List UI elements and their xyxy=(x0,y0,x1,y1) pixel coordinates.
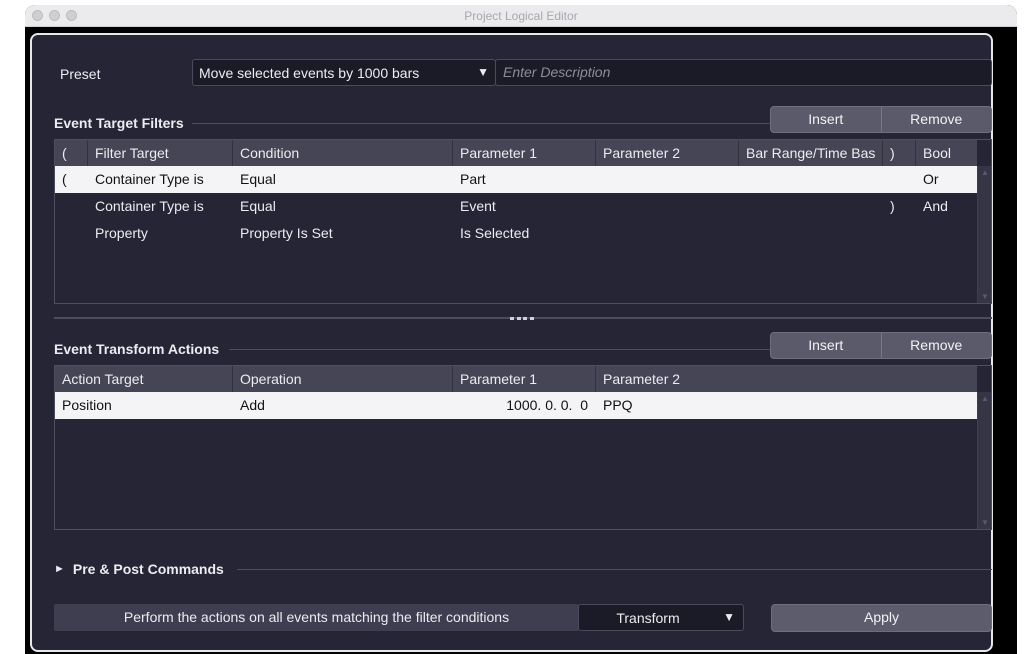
col-parameter-2[interactable]: Parameter 2 xyxy=(596,140,739,166)
pre-post-commands-title: Pre & Post Commands xyxy=(72,561,224,577)
cell-bool[interactable]: Or xyxy=(916,166,977,193)
cell-parameter-2[interactable] xyxy=(596,220,739,247)
actions-section-rule xyxy=(229,349,770,350)
scroll-down-icon[interactable]: ▼ xyxy=(978,292,992,301)
preset-label: Preset xyxy=(60,66,101,82)
cell-filter-target[interactable]: Property xyxy=(88,220,233,247)
cell-parameter-1[interactable]: Event xyxy=(453,193,596,220)
scroll-up-icon[interactable]: ▲ xyxy=(978,394,992,403)
actions-table-header: Action Target Operation Parameter 1 Para… xyxy=(55,366,977,392)
filters-button-group: Insert Remove xyxy=(770,106,992,133)
project-logical-editor-window: Project Logical Editor Preset Move selec… xyxy=(25,5,1017,654)
cell-filter-target[interactable]: Container Type is xyxy=(88,193,233,220)
cell-bool[interactable] xyxy=(916,220,977,247)
col-bool[interactable]: Bool xyxy=(916,140,977,166)
filters-insert-button[interactable]: Insert xyxy=(771,107,881,132)
preset-dropdown[interactable]: Move selected events by 1000 bars ▼ xyxy=(192,59,496,86)
filters-scrollbar[interactable]: ▲ ▼ xyxy=(977,166,991,303)
apply-button[interactable]: Apply xyxy=(771,604,992,632)
title-bar: Project Logical Editor xyxy=(25,5,1017,27)
cell-bar-range[interactable] xyxy=(739,220,883,247)
cell-open-paren[interactable]: ( xyxy=(55,166,88,193)
cell-condition[interactable]: Property Is Set xyxy=(233,220,453,247)
scroll-up-icon[interactable]: ▲ xyxy=(978,168,992,177)
col-parameter-1[interactable]: Parameter 1 xyxy=(453,140,596,166)
col-bar-range-time-base[interactable]: Bar Range/Time Bas xyxy=(739,140,883,166)
splitter-grip-icon[interactable] xyxy=(510,317,534,320)
filters-section-rule xyxy=(192,123,770,124)
cell-close-paren[interactable]: ) xyxy=(883,193,916,220)
filter-row[interactable]: Container Type is Equal Event ) And xyxy=(55,193,977,220)
cell-parameter-2[interactable] xyxy=(596,193,739,220)
action-row[interactable]: Position Add 1000. 0. 0. 0 PPQ xyxy=(55,392,977,419)
col-action-target[interactable]: Action Target xyxy=(55,366,233,392)
cell-filter-target[interactable]: Container Type is xyxy=(88,166,233,193)
cell-open-paren[interactable] xyxy=(55,220,88,247)
filters-remove-button[interactable]: Remove xyxy=(880,107,992,132)
window-title: Project Logical Editor xyxy=(464,9,578,23)
actions-button-group: Insert Remove xyxy=(770,332,992,359)
col-parameter-1[interactable]: Parameter 1 xyxy=(453,366,596,392)
col-operation[interactable]: Operation xyxy=(233,366,453,392)
cell-parameter-2[interactable]: PPQ xyxy=(596,392,977,419)
function-selected-value: Transform xyxy=(616,610,680,626)
cell-parameter-2[interactable] xyxy=(596,166,739,193)
preset-selected-value: Move selected events by 1000 bars xyxy=(199,65,420,81)
cell-bar-range[interactable] xyxy=(739,193,883,220)
cell-parameter-1[interactable]: Part xyxy=(453,166,596,193)
chevron-down-icon: ▼ xyxy=(723,610,735,624)
col-close-paren[interactable]: ) xyxy=(883,140,916,166)
cell-operation[interactable]: Add xyxy=(233,392,453,419)
filters-section-title: Event Target Filters xyxy=(54,115,184,131)
editor-panel: Preset Move selected events by 1000 bars… xyxy=(30,33,993,652)
cell-close-paren[interactable] xyxy=(883,166,916,193)
cell-parameter-1[interactable]: Is Selected xyxy=(453,220,596,247)
chevron-down-icon: ▼ xyxy=(477,65,489,79)
actions-insert-button[interactable]: Insert xyxy=(771,333,881,358)
actions-remove-button[interactable]: Remove xyxy=(880,333,992,358)
col-open-paren[interactable]: ( xyxy=(55,140,88,166)
pre-post-commands-toggle[interactable]: ► Pre & Post Commands xyxy=(54,561,224,577)
cell-parameter-1[interactable]: 1000. 0. 0. 0 xyxy=(453,392,596,419)
scroll-down-icon[interactable]: ▼ xyxy=(978,518,992,527)
cell-bar-range[interactable] xyxy=(739,166,883,193)
description-input[interactable]: Enter Description xyxy=(495,59,992,86)
col-condition[interactable]: Condition xyxy=(233,140,453,166)
cell-bool[interactable]: And xyxy=(916,193,977,220)
col-filter-target[interactable]: Filter Target xyxy=(88,140,233,166)
pre-post-section-rule xyxy=(237,569,992,570)
cell-open-paren[interactable] xyxy=(55,193,88,220)
cell-close-paren[interactable] xyxy=(883,220,916,247)
filters-table-header: ( Filter Target Condition Parameter 1 Pa… xyxy=(55,140,977,166)
cell-condition[interactable]: Equal xyxy=(233,166,453,193)
actions-section-title: Event Transform Actions xyxy=(54,341,220,357)
actions-scrollbar[interactable]: ▲ ▼ xyxy=(977,392,991,529)
perform-description: Perform the actions on all events matchi… xyxy=(54,604,579,631)
disclosure-triangle-icon: ► xyxy=(54,563,65,575)
filter-row[interactable]: Property Property Is Set Is Selected xyxy=(55,220,977,247)
col-parameter-2[interactable]: Parameter 2 xyxy=(596,366,977,392)
cell-action-target[interactable]: Position xyxy=(55,392,233,419)
filters-table: ( Filter Target Condition Parameter 1 Pa… xyxy=(54,139,992,304)
filter-row[interactable]: ( Container Type is Equal Part Or xyxy=(55,166,977,193)
cell-condition[interactable]: Equal xyxy=(233,193,453,220)
actions-table: Action Target Operation Parameter 1 Para… xyxy=(54,365,992,530)
function-dropdown[interactable]: Transform ▼ xyxy=(578,604,744,631)
